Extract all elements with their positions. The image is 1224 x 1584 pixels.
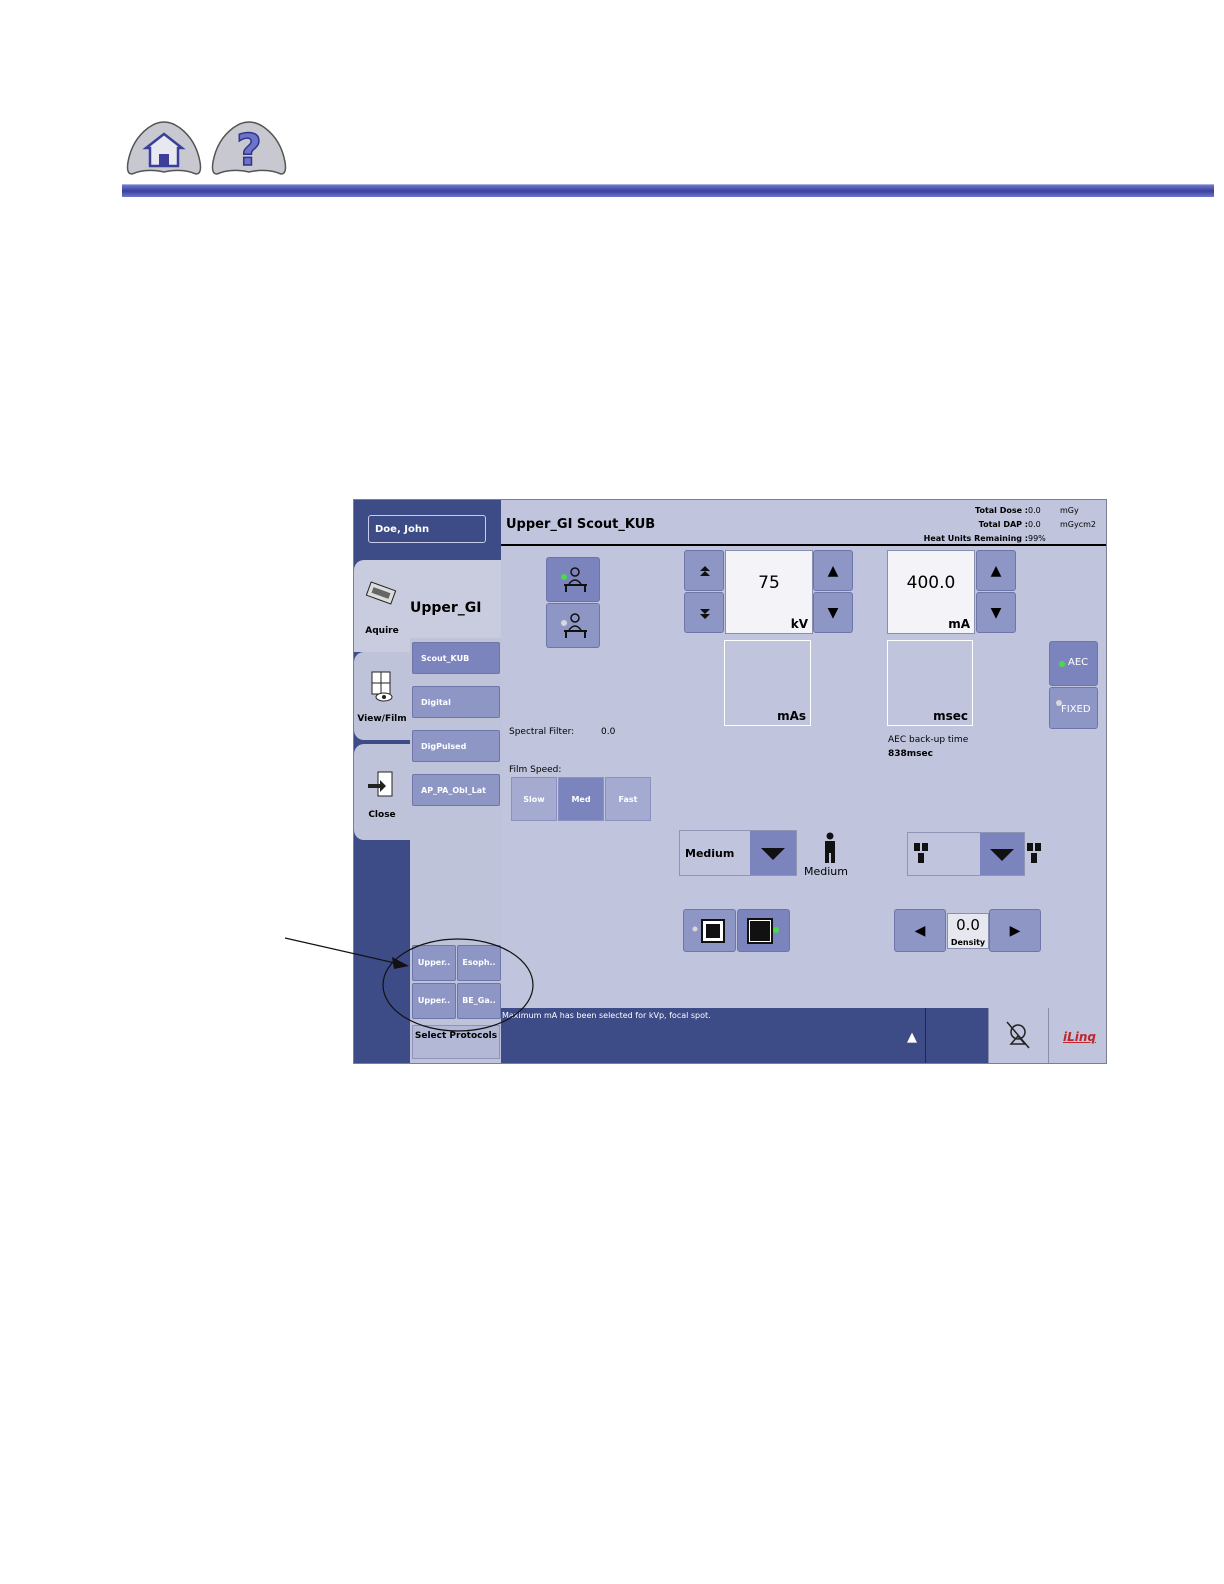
callout-annotation [284, 937, 534, 1032]
